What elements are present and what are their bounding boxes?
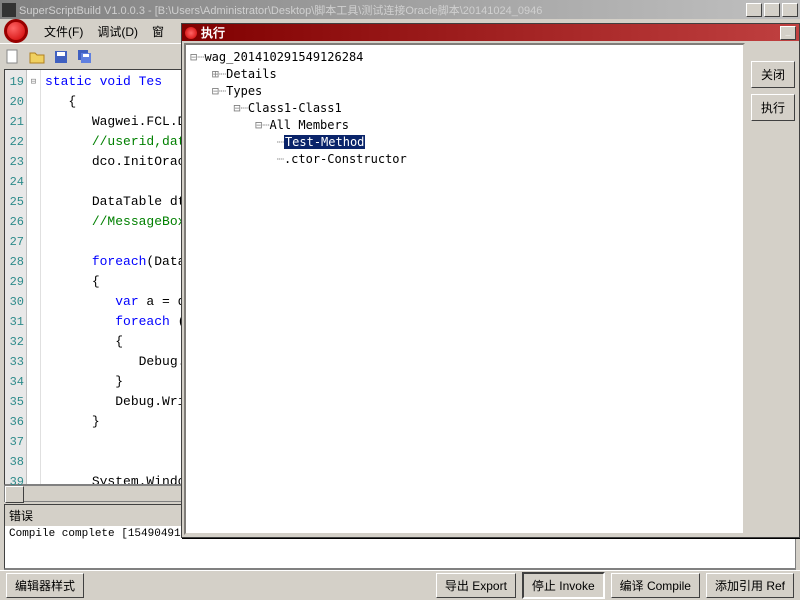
close-button[interactable]: ×	[782, 3, 798, 17]
line-gutter: 1920212223242526272829303132333435363738…	[5, 70, 27, 484]
stop-invoke-button[interactable]: 停止 Invoke	[522, 572, 605, 599]
bottom-toolbar: 编辑器样式 导出 Export 停止 Invoke 编译 Compile 添加引…	[0, 570, 800, 600]
main-titlebar: SuperScriptBuild V1.0.0.3 - [B:\Users\Ad…	[0, 0, 800, 19]
tree-types[interactable]: Types	[226, 84, 262, 98]
tree-root[interactable]: wag_201410291549126284	[204, 50, 363, 64]
dialog-title: 执行	[201, 24, 780, 41]
editor-style-button[interactable]: 编辑器样式	[6, 573, 84, 598]
dialog-icon	[185, 27, 197, 39]
assembly-tree[interactable]: ⊟┈wag_201410291549126284 ⊞┈Details ⊟┈Typ…	[184, 43, 745, 535]
dialog-side-buttons: 关闭 执行	[747, 41, 799, 537]
tree-details[interactable]: Details	[226, 67, 277, 81]
dialog-minimize-button[interactable]: _	[780, 26, 796, 40]
menu-file[interactable]: 文件(F)	[38, 21, 89, 42]
maximize-button[interactable]: □	[764, 3, 780, 17]
window-title: SuperScriptBuild V1.0.0.3 - [B:\Users\Ad…	[19, 2, 746, 18]
tree-members[interactable]: All Members	[269, 118, 348, 132]
logo-icon	[4, 19, 28, 43]
app-icon	[2, 3, 16, 17]
save-all-icon[interactable]	[76, 48, 94, 66]
dialog-run-button[interactable]: 执行	[751, 94, 795, 121]
new-file-icon[interactable]	[4, 48, 22, 66]
menu-window[interactable]: 窗	[146, 21, 170, 42]
dialog-titlebar[interactable]: 执行 _	[182, 24, 799, 41]
execute-dialog: 执行 _ ⊟┈wag_201410291549126284 ⊞┈Details …	[181, 23, 800, 538]
add-ref-button[interactable]: 添加引用 Ref	[706, 573, 794, 598]
tree-ctor[interactable]: .ctor-Constructor	[284, 152, 407, 166]
open-file-icon[interactable]	[28, 48, 46, 66]
minimize-button[interactable]: _	[746, 3, 762, 17]
export-button[interactable]: 导出 Export	[436, 573, 516, 598]
compile-button[interactable]: 编译 Compile	[611, 573, 700, 598]
menu-debug[interactable]: 调试(D)	[91, 21, 144, 42]
tree-class[interactable]: Class1-Class1	[248, 101, 342, 115]
save-icon[interactable]	[52, 48, 70, 66]
fold-column: ⊟	[27, 70, 41, 484]
tree-test-method[interactable]: Test-Method	[284, 135, 365, 149]
dialog-close-button[interactable]: 关闭	[751, 61, 795, 88]
